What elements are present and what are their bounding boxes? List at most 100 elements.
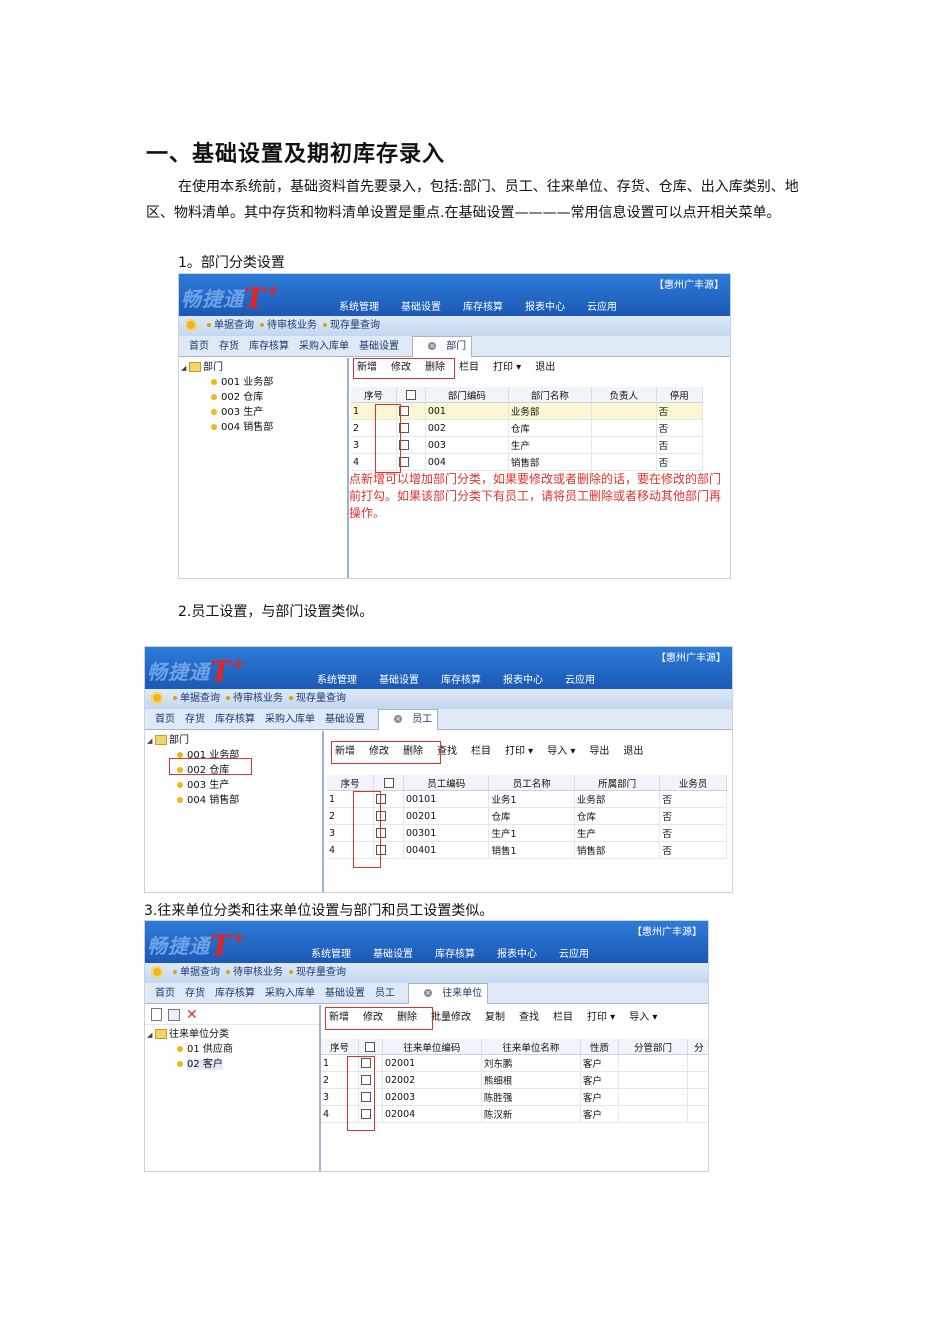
tab-home[interactable]: 首页 — [189, 341, 209, 352]
tab-bar: 首页 存货 库存核算 采购入库单 基础设置 员工 × 往来单位 — [145, 983, 708, 1004]
table-row[interactable]: 2 002 仓库否 — [351, 419, 704, 437]
nav-report[interactable]: 报表中心 — [503, 675, 543, 686]
table-row[interactable]: 1 001 业务部否 — [351, 402, 704, 420]
nav-report[interactable]: 报表中心 — [497, 949, 537, 960]
department-tree: ◢ 部门 001 业务部 002 仓库 003 生产 004 销售部 — [179, 358, 349, 578]
export-button[interactable]: 导出 — [589, 746, 609, 757]
tab-stock[interactable]: 存货 — [185, 988, 205, 999]
table-row[interactable]: 2 02002 熊细根 客户 — [321, 1071, 708, 1089]
quick-pending[interactable]: 待审核业务 — [233, 967, 283, 978]
new-file-icon[interactable] — [151, 1008, 162, 1021]
select-all-checkbox[interactable] — [405, 389, 416, 400]
tree-item[interactable]: 003 生产 — [181, 405, 347, 420]
batch-edit-button[interactable]: 批量修改 — [431, 1012, 471, 1023]
search-button[interactable]: 查找 — [519, 1012, 539, 1023]
nav-cloud[interactable]: 云应用 — [559, 949, 589, 960]
edit-icon[interactable] — [168, 1008, 180, 1021]
nav-report[interactable]: 报表中心 — [525, 302, 565, 313]
table-row[interactable]: 3 003 生产否 — [351, 436, 704, 454]
tab-home[interactable]: 首页 — [155, 714, 175, 725]
table-row[interactable]: 3 02003 陈胜强 客户 — [321, 1088, 708, 1106]
tree-root[interactable]: ◢ 部门 — [147, 733, 322, 748]
nav-system[interactable]: 系统管理 — [339, 302, 379, 313]
quick-doc-query[interactable]: 单据查询 — [214, 320, 254, 331]
table-row[interactable]: 4 004 销售部否 — [351, 453, 704, 471]
tree-item[interactable]: 001 业务部 — [181, 375, 347, 390]
tab-basic[interactable]: 基础设置 — [325, 714, 365, 725]
tree-root[interactable]: ◢ 往来单位分类 — [147, 1027, 319, 1042]
tree-item[interactable]: 003 生产 — [147, 778, 322, 793]
copy-button[interactable]: 复制 — [485, 1012, 505, 1023]
table-row[interactable]: 3 00301 生产1 生产否 — [327, 824, 727, 842]
tree-item[interactable]: 002 仓库 — [181, 390, 347, 405]
quick-stock[interactable]: 现存量查询 — [296, 967, 346, 978]
delete-icon[interactable]: ✕ — [186, 1008, 198, 1022]
tab-home[interactable]: 首页 — [155, 988, 175, 999]
tree-item[interactable]: 004 销售部 — [147, 793, 322, 808]
nav-system[interactable]: 系统管理 — [311, 949, 351, 960]
screenshot-partner: 畅捷通T+ 【惠州广丰源】 系统管理 基础设置 库存核算 报表中心 云应用 单据查询 待审… — [144, 920, 709, 1172]
tab-inventory[interactable]: 库存核算 — [249, 341, 289, 352]
gear-icon[interactable] — [185, 319, 197, 331]
nav-inventory[interactable]: 库存核算 — [435, 949, 475, 960]
nav-inventory[interactable]: 库存核算 — [463, 302, 503, 313]
import-button[interactable]: 导入 ▾ — [547, 746, 575, 757]
close-icon[interactable]: × — [428, 342, 437, 350]
nav-cloud[interactable]: 云应用 — [565, 675, 595, 686]
quick-pending[interactable]: 待审核业务 — [233, 693, 283, 704]
print-button[interactable]: 打印 ▾ — [505, 746, 533, 757]
tab-inventory[interactable]: 库存核算 — [215, 988, 255, 999]
tree-item[interactable]: 004 销售部 — [181, 420, 347, 435]
tab-partner[interactable]: × 往来单位 — [408, 983, 489, 1004]
gear-icon[interactable] — [151, 966, 163, 978]
table-row[interactable]: 4 00401 销售1 销售部否 — [327, 841, 727, 859]
tab-stock[interactable]: 存货 — [185, 714, 205, 725]
tab-employee[interactable]: × 员工 — [378, 709, 439, 730]
top-nav[interactable]: 系统管理 基础设置 库存核算 报表中心 云应用 — [317, 671, 617, 686]
tab-basic[interactable]: 基础设置 — [325, 988, 365, 999]
print-button[interactable]: 打印 ▾ — [493, 362, 521, 373]
nav-inventory[interactable]: 库存核算 — [441, 675, 481, 686]
tree-root[interactable]: ◢ 部门 — [181, 360, 347, 375]
nav-basic[interactable]: 基础设置 — [379, 675, 419, 686]
columns-button[interactable]: 栏目 — [553, 1012, 573, 1023]
top-nav[interactable]: 系统管理 基础设置 库存核算 报表中心 云应用 — [339, 298, 639, 313]
select-all-checkbox[interactable] — [383, 777, 394, 788]
table-row[interactable]: 2 00201 仓库 仓库否 — [327, 807, 727, 825]
quick-pending[interactable]: 待审核业务 — [267, 320, 317, 331]
print-button[interactable]: 打印 ▾ — [587, 1012, 615, 1023]
tab-purchase[interactable]: 采购入库单 — [265, 988, 315, 999]
quick-stock[interactable]: 现存量查询 — [296, 693, 346, 704]
columns-button[interactable]: 栏目 — [471, 746, 491, 757]
nav-basic[interactable]: 基础设置 — [373, 949, 413, 960]
table-row[interactable]: 1 00101 业务1 业务部否 — [327, 790, 727, 808]
quick-stock[interactable]: 现存量查询 — [330, 320, 380, 331]
close-icon[interactable]: × — [394, 715, 403, 723]
nav-basic[interactable]: 基础设置 — [401, 302, 441, 313]
top-nav[interactable]: 系统管理 基础设置 库存核算 报表中心 云应用 — [311, 945, 611, 960]
nav-cloud[interactable]: 云应用 — [587, 302, 617, 313]
quick-doc-query[interactable]: 单据查询 — [180, 693, 220, 704]
heading-department: 1。部门分类设置 — [178, 255, 285, 271]
tab-inventory[interactable]: 库存核算 — [215, 714, 255, 725]
tree-item[interactable]: 01 供应商 — [147, 1042, 319, 1057]
gear-icon[interactable] — [151, 692, 163, 704]
nav-system[interactable]: 系统管理 — [317, 675, 357, 686]
table-row[interactable]: 1 02001 刘东鹏 客户 — [321, 1054, 708, 1072]
tree-item[interactable]: 02 客户 — [147, 1057, 319, 1072]
tab-stock[interactable]: 存货 — [219, 341, 239, 352]
close-icon[interactable]: × — [424, 989, 433, 997]
exit-button[interactable]: 退出 — [623, 746, 643, 757]
tab-basic[interactable]: 基础设置 — [359, 341, 399, 352]
import-button[interactable]: 导入 ▾ — [629, 1012, 657, 1023]
tab-department[interactable]: × 部门 — [412, 336, 473, 357]
exit-button[interactable]: 退出 — [535, 362, 555, 373]
table-row[interactable]: 4 02004 陈汉新 客户 — [321, 1105, 708, 1123]
quick-doc-query[interactable]: 单据查询 — [180, 967, 220, 978]
tab-purchase[interactable]: 采购入库单 — [265, 714, 315, 725]
columns-button[interactable]: 栏目 — [459, 362, 479, 373]
bullet-icon — [226, 696, 230, 700]
tab-employee[interactable]: 员工 — [375, 988, 395, 999]
select-all-checkbox[interactable] — [365, 1041, 376, 1052]
tab-purchase[interactable]: 采购入库单 — [299, 341, 349, 352]
